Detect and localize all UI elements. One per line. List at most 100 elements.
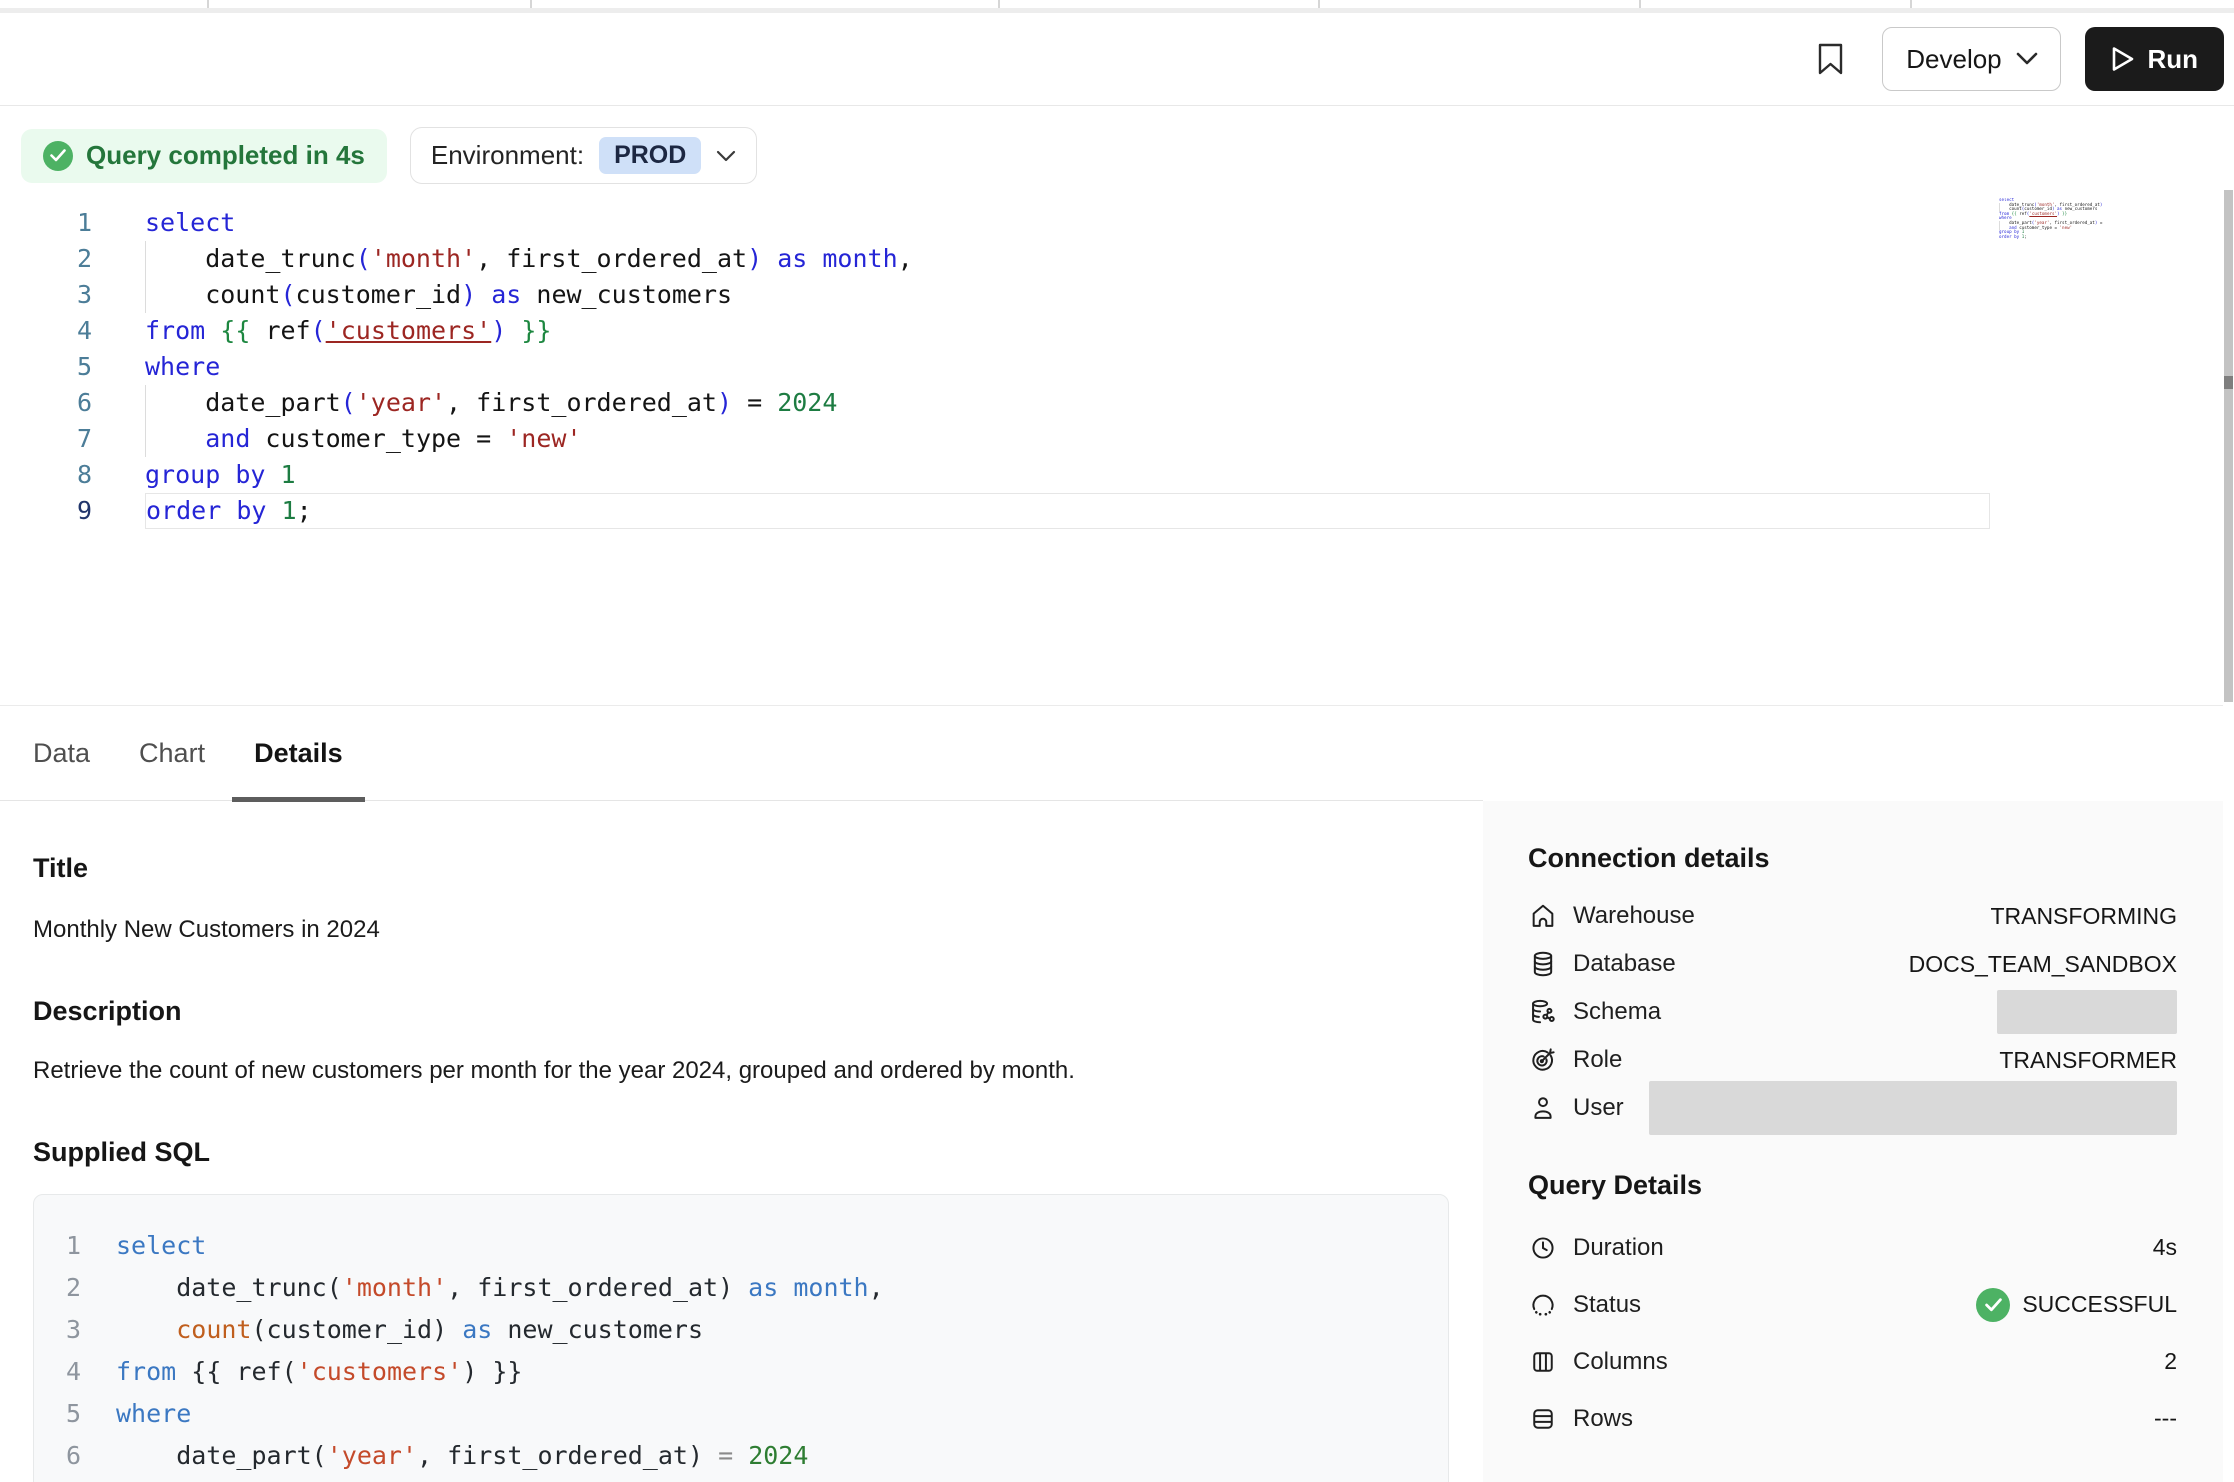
line-number: 9 [0,493,92,529]
detail-value-text: 2 [2164,1348,2177,1375]
detail-row: Schema [1528,988,2177,1036]
code-text: count(customer_id) as new_customers [145,277,1990,313]
query-status-text: Query completed in 4s [86,140,365,171]
line-number: 1 [34,1225,81,1267]
details-sidebar: Connection details WarehouseTRANSFORMING… [1483,801,2234,1482]
schema-icon [1528,998,1558,1026]
details-pane: Title Monthly New Customers in 2024 Desc… [0,801,2234,1482]
detail-label: User [1573,1094,1624,1122]
tab-data[interactable]: Data [33,706,90,802]
detail-value: TRANSFORMING [1990,903,2177,930]
environment-label: Environment: [431,140,584,171]
detail-row: Database DOCS_TEAM_SANDBOX [1528,940,2177,988]
code-text: order by 1; [1999,235,2103,240]
toolbar: Develop Run [0,13,2234,106]
develop-dropdown[interactable]: Develop [1882,27,2061,91]
code-text: from {{ ref('customers') }} [116,1351,1448,1393]
results-tabs: Data Chart Details [0,705,2234,801]
detail-label: Rows [1573,1405,1633,1433]
line-number: 5 [0,349,92,385]
chevron-down-icon [2016,52,2038,66]
code-text: date_part('year', first_ordered_at) = 20… [116,1435,1448,1477]
develop-label: Develop [1906,44,2001,75]
sql-editor[interactable]: 1select2 date_trunc('month', first_order… [0,205,2234,541]
success-check-icon [43,141,73,171]
editor-minimap[interactable]: 1select2 date_trunc('month', first_order… [1999,198,2103,258]
detail-value: DOCS_TEAM_SANDBOX [1909,951,2177,978]
code-line: 7 and customer_type = 'new' [0,421,2234,457]
code-text: select [145,205,1990,241]
code-line: 3 count(customer_id) as new_customers [34,1309,1448,1351]
detail-value: 4s [2153,1234,2177,1261]
detail-row: StatusSUCCESSFUL [1528,1276,2177,1333]
title-heading: Title [33,853,1449,884]
detail-value-text: --- [2154,1405,2177,1432]
line-number: 4 [34,1351,81,1393]
supplied-sql-heading: Supplied SQL [33,1137,1449,1168]
details-content: Title Monthly New Customers in 2024 Desc… [0,801,1483,1482]
code-line: 4 from {{ ref('customers') }} [0,313,2234,349]
detail-label: Columns [1573,1348,1668,1376]
line-number: 2 [34,1267,81,1309]
browser-tab-divider [530,0,532,8]
detail-value-text: TRANSFORMER [1999,1047,2177,1074]
browser-tab-divider [1639,0,1641,8]
browser-tab-strip [0,0,2234,8]
tab-details[interactable]: Details [254,706,343,802]
line-number: 8 [0,457,92,493]
code-line: 6 date_part('year', first_ordered_at) = … [34,1435,1448,1477]
columns-icon [1528,1348,1558,1376]
code-text: and customer_type = 'new' [145,421,1990,457]
supplied-sql-block: 1select2 date_trunc('month', first_order… [33,1194,1449,1482]
line-number: 7 [0,421,92,457]
bookmark-icon [1817,43,1844,75]
database-icon [1528,950,1558,978]
code-line: 4 from {{ ref('customers') }} [34,1351,1448,1393]
line-number: 3 [34,1309,81,1351]
code-text: from {{ ref('customers') }} [145,313,1990,349]
user-icon [1528,1094,1558,1122]
code-line: 2 date_trunc('month', first_ordered_at) … [34,1267,1448,1309]
code-text: date_trunc('month', first_ordered_at) as… [145,241,1990,277]
code-text: date_part('year', first_ordered_at) = 20… [145,385,1990,421]
code-line: 9order by 1; [0,493,2234,529]
run-button[interactable]: Run [2085,27,2224,91]
query-workbench: Develop Run Query completed in 4s Enviro… [0,0,2234,1482]
code-text: count(customer_id) as new_customers [116,1309,1448,1351]
code-line: 2 date_trunc('month', first_ordered_at) … [0,241,2234,277]
detail-row: Duration4s [1528,1219,2177,1276]
success-check-icon [1976,1288,2010,1322]
bookmark-button[interactable] [1808,37,1852,81]
line-number: 1 [0,205,92,241]
line-number: 2 [0,241,92,277]
detail-value: 2 [2164,1348,2177,1375]
detail-value-text: TRANSFORMING [1990,903,2177,930]
chevron-down-icon [716,150,736,162]
line-number: 6 [0,385,92,421]
page-scrollbar [2223,110,2234,1482]
line-number: 4 [0,313,92,349]
line-number: 3 [0,277,92,313]
role-icon [1528,1046,1558,1074]
environment-value-chip: PROD [599,137,701,174]
tab-chart[interactable]: Chart [139,706,205,802]
browser-tab-divider [1318,0,1320,8]
detail-value-text: DOCS_TEAM_SANDBOX [1909,951,2177,978]
code-text: date_trunc('month', first_ordered_at) as… [116,1267,1448,1309]
run-label: Run [2147,44,2198,75]
rows-icon [1528,1405,1558,1433]
environment-dropdown[interactable]: Environment: PROD [410,127,757,184]
browser-tab-divider [1910,0,1912,8]
line-number: 6 [34,1435,81,1477]
play-icon [2111,46,2135,72]
code-text: where [145,349,1990,385]
scrollbar-thumb[interactable] [2224,190,2233,702]
detail-row: RoleTRANSFORMER [1528,1036,2177,1084]
detail-label: Database [1573,950,1676,978]
detail-label: Warehouse [1573,902,1695,930]
line-number: 7 [34,1477,81,1482]
warehouse-icon [1528,902,1558,930]
redacted-value [1997,990,2177,1034]
code-line: 3 count(customer_id) as new_customers [0,277,2234,313]
detail-label: Schema [1573,998,1661,1026]
